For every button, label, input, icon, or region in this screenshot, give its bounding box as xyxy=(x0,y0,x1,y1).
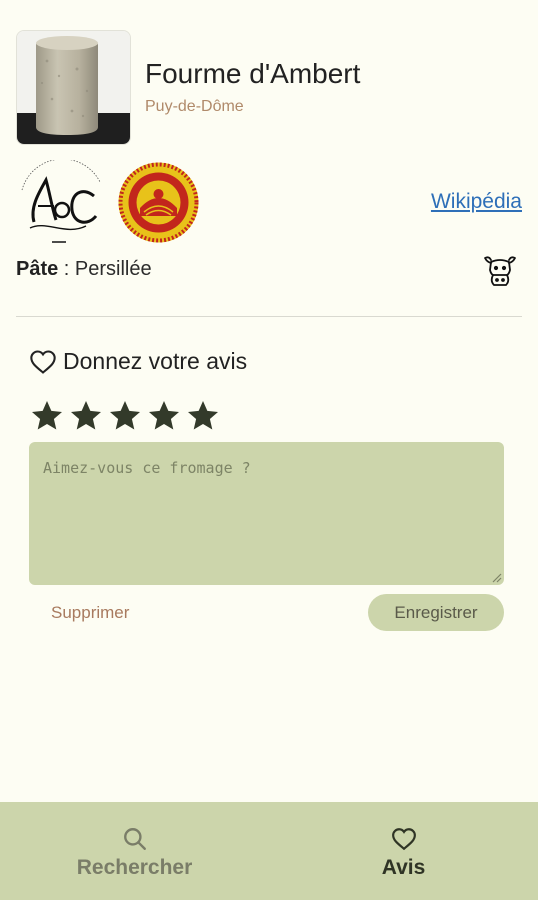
star-icon-3[interactable] xyxy=(107,398,143,434)
pate-label: Pâte xyxy=(16,258,59,280)
cheese-region: Puy-de-Dôme xyxy=(145,98,244,115)
delete-button[interactable]: Supprimer xyxy=(51,603,129,623)
pate-separator: : xyxy=(58,258,75,280)
nav-item-avis[interactable]: Avis xyxy=(269,802,538,900)
pate-value: Persillée xyxy=(74,258,152,280)
star-icon-2[interactable] xyxy=(68,398,104,434)
star-icon-5[interactable] xyxy=(185,398,221,434)
nav-label-avis: Avis xyxy=(381,856,426,879)
nav-item-rechercher[interactable]: Rechercher xyxy=(0,802,269,900)
wikipedia-link[interactable]: Wikipédia xyxy=(431,190,522,214)
pate-info: Pâte : Persillée xyxy=(16,258,152,281)
section-divider xyxy=(16,316,522,317)
bottom-navigation: Rechercher Avis xyxy=(0,802,538,900)
review-title-text: Donnez votre avis xyxy=(63,348,248,374)
search-icon xyxy=(123,828,146,850)
star-icon-1[interactable] xyxy=(29,398,65,434)
heart-icon xyxy=(391,828,416,851)
cheese-name: Fourme d'Ambert xyxy=(145,58,361,89)
review-textarea[interactable] xyxy=(29,442,504,585)
heart-outline-icon xyxy=(30,349,56,374)
cow-icon xyxy=(482,253,518,289)
nav-label-rechercher: Rechercher xyxy=(76,856,193,879)
resize-grip-icon[interactable] xyxy=(490,571,502,583)
aop-logo xyxy=(116,160,201,245)
star-rating[interactable] xyxy=(29,398,224,434)
labels-row: Wikipédia xyxy=(16,158,522,245)
star-icon-4[interactable] xyxy=(146,398,182,434)
aoc-logo xyxy=(16,158,104,245)
cheese-photo xyxy=(16,30,131,145)
save-button[interactable]: Enregistrer xyxy=(368,594,504,631)
review-title: Donnez votre avis xyxy=(29,348,247,375)
cheese-header: Fourme d'Ambert Puy-de-Dôme xyxy=(16,30,522,145)
